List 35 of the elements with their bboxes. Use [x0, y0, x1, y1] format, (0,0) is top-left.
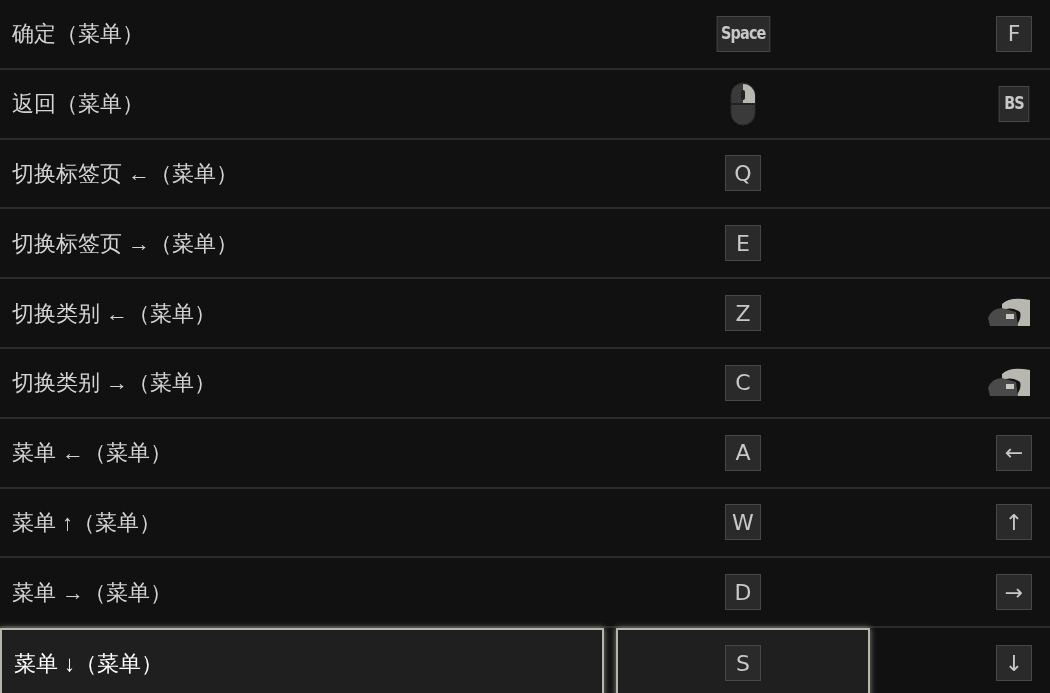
primary-binding-slot[interactable]: Q [616, 139, 870, 208]
action-label[interactable]: 切换类别 →（菜单） [0, 349, 604, 417]
primary-binding-slot[interactable]: W [616, 488, 870, 557]
key-cap: D [725, 574, 761, 611]
key-cap: W [725, 504, 761, 541]
key-cap: BS [998, 85, 1030, 122]
primary-binding-slot[interactable]: A [616, 418, 870, 487]
key-cap: C [725, 364, 761, 401]
action-label[interactable]: 菜单 →（菜单） [0, 558, 604, 627]
action-label[interactable]: 菜单 ↓（菜单） [0, 628, 604, 693]
key-cap: E [725, 225, 761, 262]
key-cap: A [725, 434, 761, 471]
mouse-left-button-icon [730, 81, 756, 126]
action-label[interactable]: 切换标签页 ←（菜单） [0, 139, 604, 208]
key-cap: Q [725, 155, 761, 192]
key-cap: F [996, 15, 1032, 52]
key-cap: ↓ [996, 645, 1032, 682]
action-label[interactable]: 菜单 ↑（菜单） [0, 488, 604, 557]
action-label[interactable]: 返回（菜单） [0, 69, 604, 138]
primary-binding-slot[interactable]: Space [616, 0, 870, 68]
key-cap: ↑ [996, 504, 1032, 541]
key-cap: Z [725, 295, 761, 332]
action-label[interactable]: 菜单 ←（菜单） [0, 418, 604, 487]
key-cap: Space [716, 15, 770, 52]
key-cap: ← [996, 434, 1032, 471]
action-label[interactable]: 确定（菜单） [0, 0, 604, 68]
primary-binding-slot[interactable]: D [616, 558, 870, 627]
key-cap: → [996, 574, 1032, 611]
action-label[interactable]: 切换标签页 →（菜单） [0, 209, 604, 278]
action-label[interactable]: 切换类别 ←（菜单） [0, 279, 604, 347]
primary-binding-slot[interactable]: C [616, 349, 870, 417]
primary-binding-slot[interactable]: S [616, 628, 870, 693]
primary-binding-slot[interactable]: Z [616, 279, 870, 347]
key-cap: S [725, 645, 761, 682]
primary-binding-slot[interactable]: E [616, 209, 870, 278]
